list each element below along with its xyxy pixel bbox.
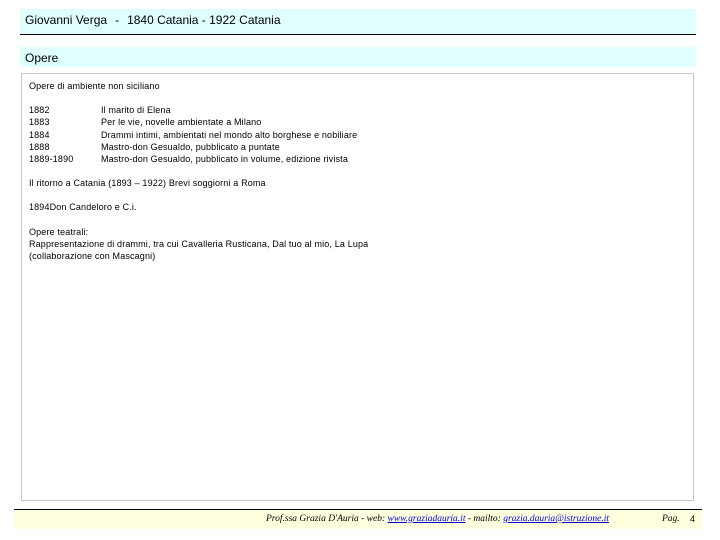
web-link[interactable]: www.graziadauria.it xyxy=(388,514,466,524)
section-title: Opere xyxy=(20,47,696,67)
work-year: 1884 xyxy=(29,129,50,140)
work-title: Il marito di Elena xyxy=(101,105,171,116)
email-link[interactable]: grazia.dauria@istruzione.it xyxy=(503,514,609,524)
theatre-line: Rappresentazione di drammi, tra cui Cava… xyxy=(29,238,369,249)
content-box: Opere di ambiente non siciliano 1882 Il … xyxy=(21,73,694,501)
don-candeloro-paragraph: 1894Don Candeloro e C.i. xyxy=(29,202,137,213)
work-title: Drammi intimi, ambientati nel mondo alto… xyxy=(101,129,358,140)
footer-credit: Prof.ssa Grazia D'Auria - web: www.grazi… xyxy=(266,510,609,529)
page-footer: Prof.ssa Grazia D'Auria - web: www.grazi… xyxy=(14,509,702,529)
work-year: 1889-1890 xyxy=(29,154,74,165)
mailto-text: - mailto: xyxy=(465,514,504,524)
credit-text: Prof.ssa Grazia D'Auria - web: xyxy=(266,514,388,524)
header-separator: - xyxy=(115,13,120,27)
theatre-line: (collaborazione con Mascagni) xyxy=(29,251,156,262)
return-paragraph: Il ritorno a Catania (1893 – 1922) Brevi… xyxy=(29,178,266,189)
author-name: Giovanni Verga xyxy=(25,13,108,27)
work-title: Mastro-don Gesualdo, pubblicato in volum… xyxy=(101,154,348,165)
theatre-heading: Opere teatrali: xyxy=(29,226,89,237)
work-title: Per le vie, novelle ambientate a Milano xyxy=(101,117,262,128)
work-year: 1883 xyxy=(29,117,50,128)
intro-heading: Opere di ambiente non siciliano xyxy=(29,81,160,91)
page-label: Pag. xyxy=(662,514,680,524)
work-year: 1888 xyxy=(29,141,50,152)
works-list: 1882 Il marito di Elena 1883 Per le vie,… xyxy=(29,104,686,165)
author-dates: 1840 Catania - 1922 Catania xyxy=(127,13,281,27)
theatre-paragraph: Opere teatrali: Rappresentazione di dram… xyxy=(29,226,686,263)
page-header: Giovanni Verga -1840 Catania - 1922 Catan… xyxy=(20,9,696,35)
work-title: Mastro-don Gesualdo, pubblicato a puntat… xyxy=(101,141,280,152)
work-year: 1882 xyxy=(29,105,50,116)
page-number: 4 xyxy=(690,514,696,524)
